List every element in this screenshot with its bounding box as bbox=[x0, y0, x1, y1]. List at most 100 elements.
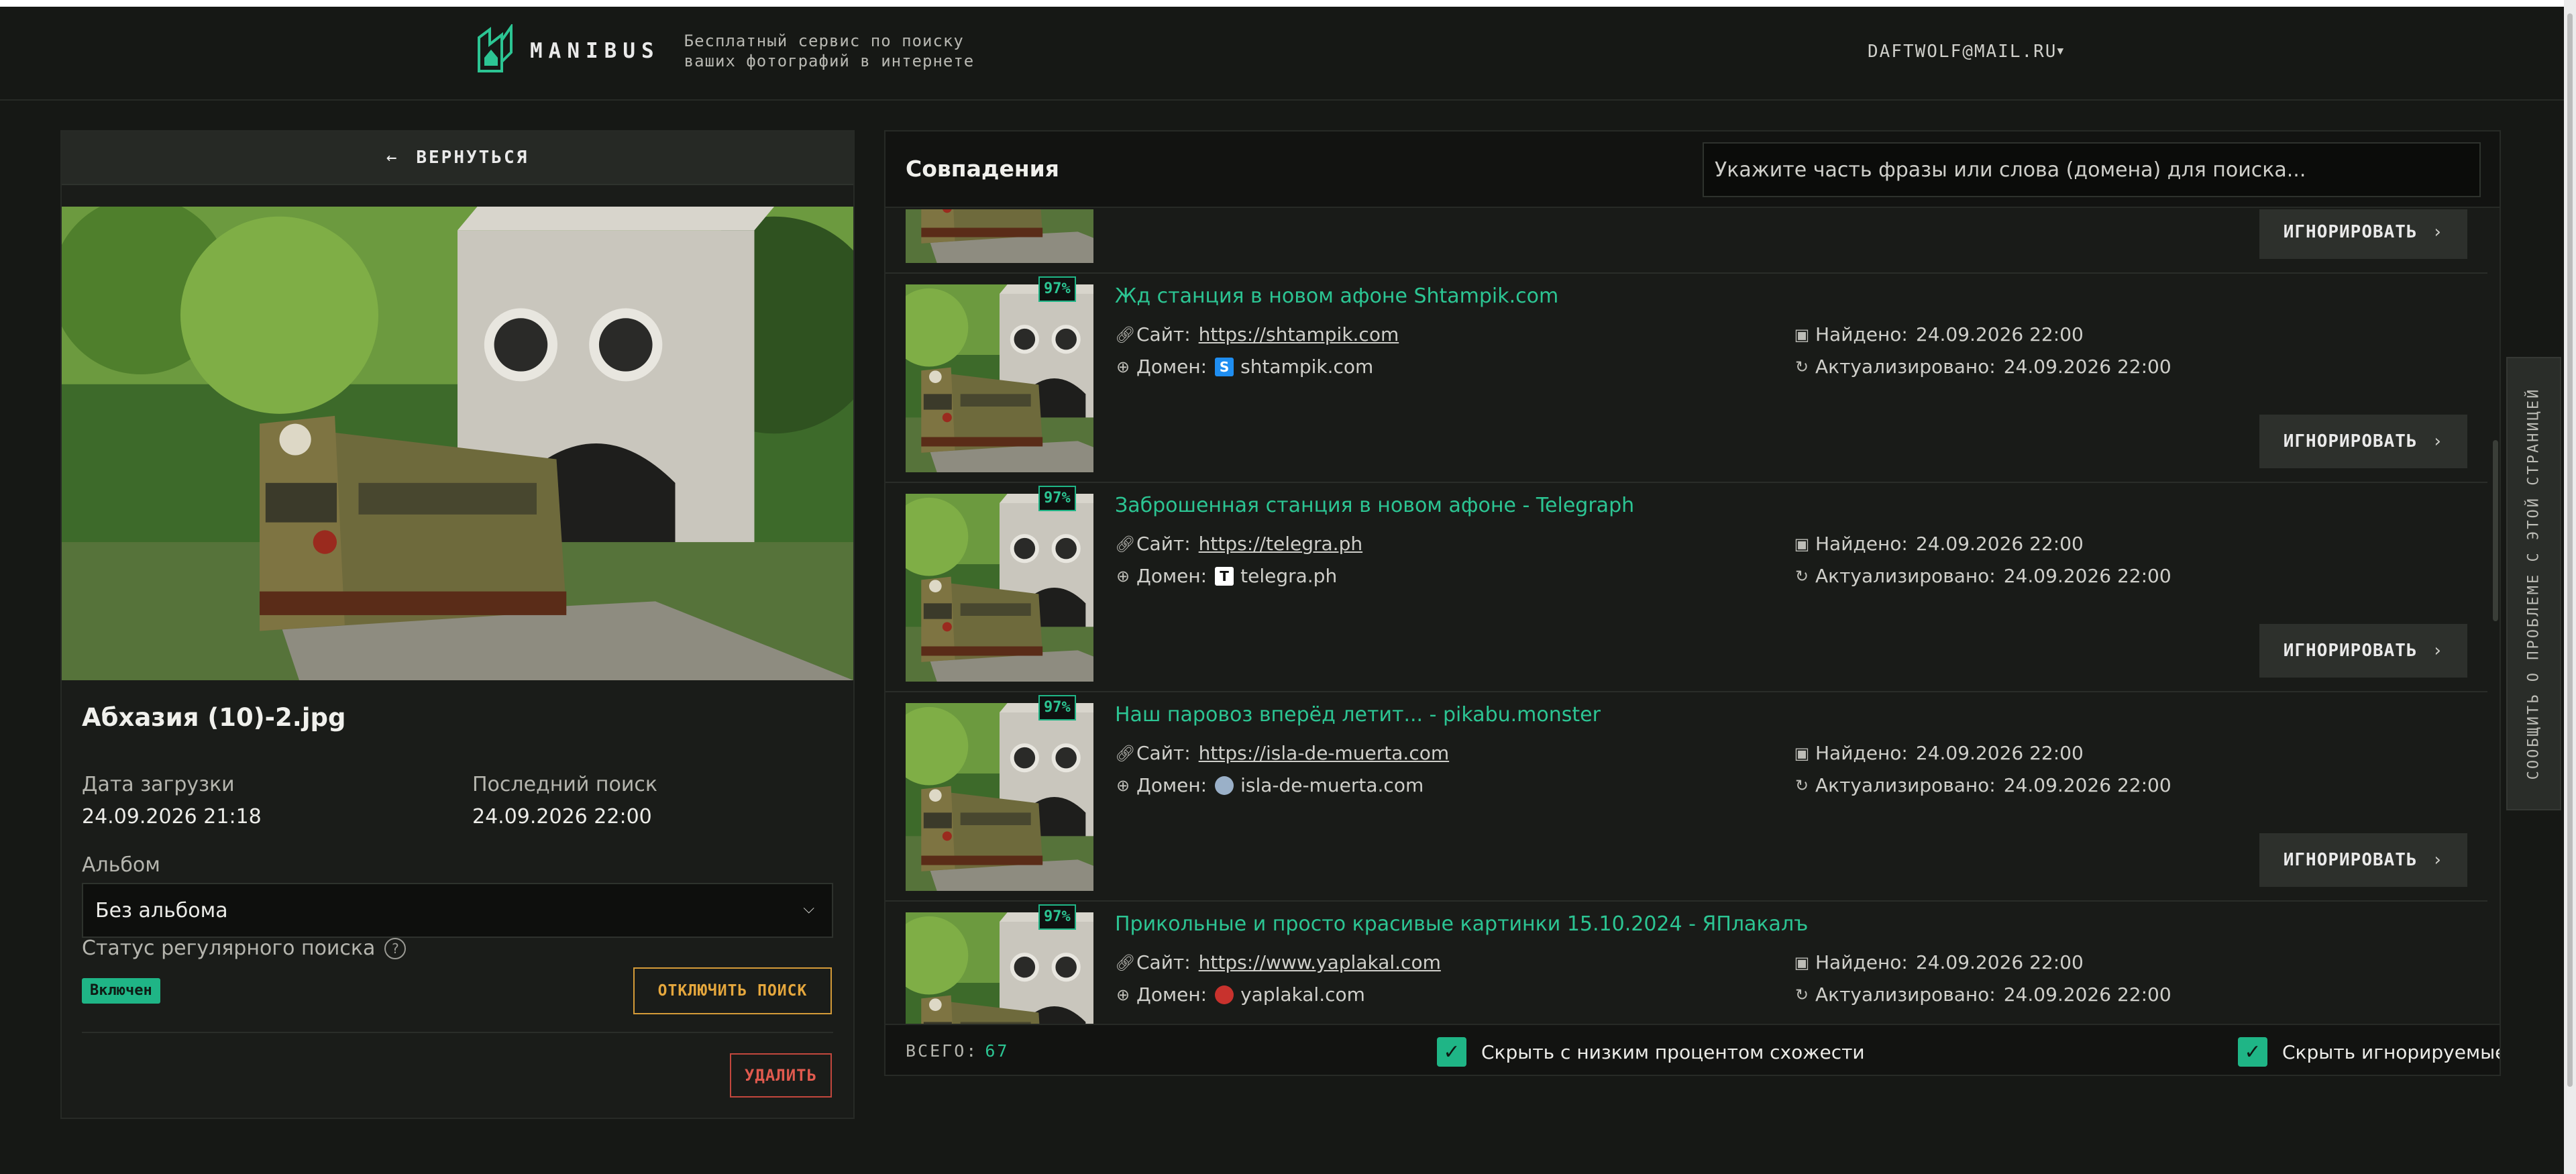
updated-line: ↻ Актуализировано: 24.09.2026 22:00 bbox=[1794, 356, 2171, 378]
last-search-label: Последний поиск bbox=[472, 773, 658, 796]
chevron-right-icon: › bbox=[2432, 641, 2444, 661]
last-search-value: 24.09.2026 22:00 bbox=[472, 805, 652, 829]
domain-value: shtampik.com bbox=[1240, 356, 1374, 378]
refresh-icon: ↻ bbox=[1794, 776, 1809, 795]
match-title-link[interactable]: Заброшенная станция в новом афоне - Tele… bbox=[1115, 494, 1634, 517]
page-scrollbar-thumb[interactable] bbox=[2567, 13, 2573, 1087]
link-icon: 🔗︎ bbox=[1115, 534, 1136, 553]
domain-favicon-icon: S bbox=[1215, 357, 1234, 376]
site-line: 🔗︎ Сайт: https://www.yaplakal.com bbox=[1115, 951, 1441, 973]
similarity-badge: 97% bbox=[1038, 486, 1076, 511]
user-email: DAFTWOLF@MAIL.RU bbox=[1868, 42, 2057, 62]
match-row-partial: ИГНОРИРОВАТЬ › bbox=[885, 209, 2487, 274]
calendar-plus-icon: ▣ bbox=[1794, 743, 1810, 763]
site-header: MANIBUS Бесплатный сервис по поиску ваши… bbox=[0, 7, 2564, 101]
chevron-right-icon: › bbox=[2432, 431, 2444, 451]
ignore-button[interactable]: ИГНОРИРОВАТЬ › bbox=[2259, 415, 2467, 468]
help-icon[interactable]: ? bbox=[384, 938, 407, 959]
tagline: Бесплатный сервис по поиску ваших фотогр… bbox=[684, 31, 975, 71]
site-line: 🔗︎ Сайт: https://isla-de-muerta.com bbox=[1115, 742, 1449, 764]
calendar-plus-icon: ▣ bbox=[1794, 953, 1810, 972]
site-label: Сайт: bbox=[1136, 323, 1191, 345]
match-title-link[interactable]: Наш паровоз вперёд летит... - pikabu.mon… bbox=[1115, 703, 1601, 727]
domain-label: Домен: bbox=[1136, 774, 1208, 796]
updated-label: Актуализировано: bbox=[1815, 356, 1996, 378]
found-value: 24.09.2026 22:00 bbox=[1915, 533, 2084, 555]
chevron-down-icon: ⌵ bbox=[803, 900, 814, 917]
uploaded-photo[interactable] bbox=[62, 207, 853, 680]
similarity-badge: 97% bbox=[1038, 276, 1076, 302]
user-menu[interactable]: DAFTWOLF@MAIL.RU▼ bbox=[1868, 42, 2065, 62]
regular-search-label-text: Статус регулярного поиска bbox=[82, 937, 376, 960]
domain-label: Домен: bbox=[1136, 983, 1208, 1006]
site-label: Сайт: bbox=[1136, 533, 1191, 555]
similarity-badge: 97% bbox=[1038, 904, 1076, 930]
site-label: Сайт: bbox=[1136, 742, 1191, 764]
ignore-button[interactable]: ИГНОРИРОВАТЬ › bbox=[2259, 209, 2467, 259]
globe-icon: ⊕ bbox=[1116, 985, 1130, 1004]
total-count: ВСЕГО: 67 bbox=[906, 1041, 1009, 1061]
checkmark-icon: ✓ bbox=[1437, 1037, 1466, 1067]
regular-search-label: Статус регулярного поиска? bbox=[82, 937, 407, 960]
found-line: ▣ Найдено: 24.09.2026 22:00 bbox=[1794, 533, 2084, 555]
match-thumbnail[interactable] bbox=[906, 209, 1093, 263]
hide-low-similarity-label: Скрыть с низким процентом схожести bbox=[1481, 1040, 1865, 1063]
domain-line: ⊕ Домен: Sshtampik.com bbox=[1115, 356, 1373, 378]
calendar-plus-icon: ▣ bbox=[1794, 534, 1810, 553]
hide-low-similarity-checkbox[interactable]: ✓ Скрыть с низким процентом схожести bbox=[1437, 1037, 1865, 1067]
site-url-link[interactable]: https://shtampik.com bbox=[1199, 323, 1399, 345]
updated-value: 24.09.2026 22:00 bbox=[2003, 565, 2171, 587]
updated-value: 24.09.2026 22:00 bbox=[2003, 774, 2171, 796]
chevron-right-icon: › bbox=[2432, 222, 2444, 242]
found-value: 24.09.2026 22:00 bbox=[1915, 742, 2084, 764]
page-scrollbar[interactable] bbox=[2564, 0, 2576, 1174]
site-url-link[interactable]: https://isla-de-muerta.com bbox=[1199, 742, 1449, 764]
delete-button[interactable]: УДАЛИТЬ bbox=[730, 1053, 832, 1098]
domain-line: ⊕ Домен: yaplakal.com bbox=[1115, 983, 1365, 1006]
total-value: 67 bbox=[985, 1041, 1010, 1061]
match-row: 97% Наш паровоз вперёд летит... - pikabu.… bbox=[885, 692, 2487, 902]
domain-favicon-icon bbox=[1215, 776, 1234, 795]
found-label: Найдено: bbox=[1815, 951, 1908, 973]
site-url-link[interactable]: https://www.yaplakal.com bbox=[1199, 951, 1441, 973]
updated-line: ↻ Актуализировано: 24.09.2026 22:00 bbox=[1794, 983, 2171, 1006]
refresh-icon: ↻ bbox=[1794, 566, 1809, 586]
match-thumbnail[interactable] bbox=[906, 284, 1093, 472]
photo-details-panel: ← ВЕРНУТЬСЯ Абхазия (10)-2.jpg Дата загр… bbox=[60, 130, 855, 1119]
ignore-button[interactable]: ИГНОРИРОВАТЬ › bbox=[2259, 624, 2467, 678]
matches-scrollbar-thumb[interactable] bbox=[2493, 440, 2498, 621]
report-problem-tab[interactable]: СООБЩИТЬ О ПРОБЛЕМЕ С ЭТОЙ СТРАНИЦЕЙ bbox=[2506, 357, 2561, 810]
site-url-link[interactable]: https://telegra.ph bbox=[1199, 533, 1362, 555]
match-thumbnail[interactable] bbox=[906, 494, 1093, 682]
domain-label: Домен: bbox=[1136, 565, 1208, 587]
album-label: Альбом bbox=[82, 853, 160, 877]
matches-scrollbar[interactable] bbox=[2493, 209, 2498, 1024]
globe-icon: ⊕ bbox=[1116, 566, 1130, 586]
domain-label: Домен: bbox=[1136, 356, 1208, 378]
album-select[interactable]: Без альбома ⌵ bbox=[82, 883, 833, 938]
calendar-plus-icon: ▣ bbox=[1794, 325, 1810, 344]
site-line: 🔗︎ Сайт: https://shtampik.com bbox=[1115, 323, 1399, 345]
refresh-icon: ↻ bbox=[1794, 357, 1809, 376]
window-top-edge bbox=[0, 0, 2576, 7]
updated-label: Актуализировано: bbox=[1815, 983, 1996, 1006]
disable-search-button[interactable]: ОТКЛЮЧИТЬ ПОИСК bbox=[633, 967, 832, 1014]
match-thumbnail[interactable] bbox=[906, 703, 1093, 891]
match-title-link[interactable]: Прикольные и просто красивые картинки 15… bbox=[1115, 912, 1808, 936]
matches-search-input[interactable] bbox=[1703, 142, 2481, 197]
logo[interactable]: MANIBUS Бесплатный сервис по поиску ваши… bbox=[475, 24, 974, 78]
updated-value: 24.09.2026 22:00 bbox=[2003, 356, 2171, 378]
ignore-button[interactable]: ИГНОРИРОВАТЬ › bbox=[2259, 833, 2467, 887]
checkmark-icon: ✓ bbox=[2238, 1037, 2267, 1067]
chevron-right-icon: › bbox=[2432, 850, 2444, 870]
match-row: 97% Заброшенная станция в новом афоне - T… bbox=[885, 483, 2487, 692]
report-problem-label: СООБЩИТЬ О ПРОБЛЕМЕ С ЭТОЙ СТРАНИЦЕЙ bbox=[2525, 387, 2542, 780]
hide-ignored-checkbox[interactable]: ✓ Скрыть игнорируемые bbox=[2238, 1037, 2500, 1067]
match-row: 97% Жд станция в новом афоне Shtampik.com… bbox=[885, 274, 2487, 483]
match-title-link[interactable]: Жд станция в новом афоне Shtampik.com bbox=[1115, 284, 1558, 308]
manibus-logo-icon bbox=[478, 24, 513, 72]
matches-header: Совпадения bbox=[885, 131, 2500, 208]
back-button[interactable]: ← ВЕРНУТЬСЯ bbox=[62, 131, 853, 185]
found-value: 24.09.2026 22:00 bbox=[1915, 951, 2084, 973]
domain-favicon-icon bbox=[1215, 985, 1234, 1004]
